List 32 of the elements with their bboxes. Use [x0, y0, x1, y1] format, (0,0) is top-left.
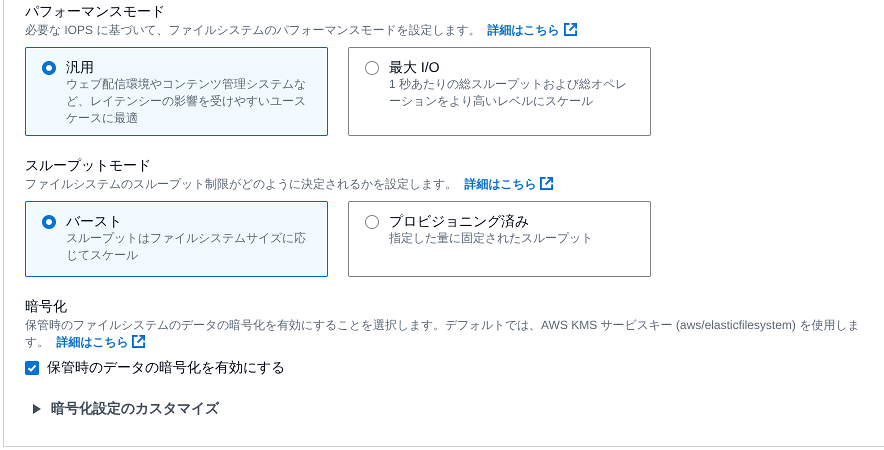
section-title: スループットモード [25, 156, 152, 174]
section-title: パフォーマンスモード [25, 2, 166, 20]
checkbox[interactable] [25, 360, 39, 374]
option-description: ウェブ配信環境やコンテンツ管理システムなど、レイテンシーの影響を受けやすいユースケースに最適 [66, 76, 307, 127]
section-description: 保管時のファイルシステムのデータの暗号化を有効にすることを選択します。デフォルトでは、AWS KMS サービスキー (aws/elasticfilesystem) を使用します。 詳細はこちら [25, 317, 860, 351]
option-label: プロビジョニング済み [389, 212, 530, 230]
option-label: 最大 I/O [389, 58, 441, 76]
option-description: スループットはファイルシステムサイズに応じてスケール [66, 230, 307, 264]
radio-button[interactable] [42, 61, 56, 75]
external-link-icon [540, 177, 554, 190]
option-description: 1 秒あたりの総スループットおよび総オペレーションをより高いレベルにスケール [389, 76, 628, 110]
section-title: 暗号化 [25, 297, 68, 315]
learn-more-link[interactable]: 詳細はこちら [488, 23, 577, 37]
radio-button[interactable] [365, 215, 379, 229]
caret-icon [33, 404, 41, 414]
option-label: バースト [66, 212, 123, 230]
radio-button[interactable] [365, 61, 379, 75]
expander-toggle[interactable]: 暗号化設定のカスタマイズ [33, 398, 219, 419]
section-description: 必要な IOPS に基づいて、ファイルシステムのパフォーマンスモードを設定します。 詳細はこちら [25, 22, 874, 39]
radio-card[interactable]: プロビジョニング済み 指定した量に固定されたスループット [348, 201, 651, 277]
radio-card[interactable]: バースト スループットはファイルシステムサイズに応じてスケール [25, 201, 328, 277]
learn-more-link[interactable]: 詳細はこちら [56, 335, 146, 349]
option-description: 指定した量に固定されたスループット [389, 230, 593, 247]
option-label: 汎用 [66, 58, 95, 76]
section-description: ファイルシステムのスループット制限がどのように決定されるかを設定します。 詳細はこちら [25, 176, 874, 193]
radio-card[interactable]: 汎用 ウェブ配信環境やコンテンツ管理システムなど、レイテンシーの影響を受けやすいユースケースに最適 [25, 47, 328, 136]
checkbox-label: 保管時のデータの暗号化を有効にする [47, 358, 285, 377]
learn-more-link[interactable]: 詳細はこちら [464, 177, 554, 191]
external-link-icon [132, 335, 146, 348]
radio-button[interactable] [42, 215, 56, 229]
radio-card[interactable]: 最大 I/O 1 秒あたりの総スループットおよび総オペレーションをより高いレベルにスケール [348, 47, 651, 136]
external-link-icon [564, 23, 577, 36]
